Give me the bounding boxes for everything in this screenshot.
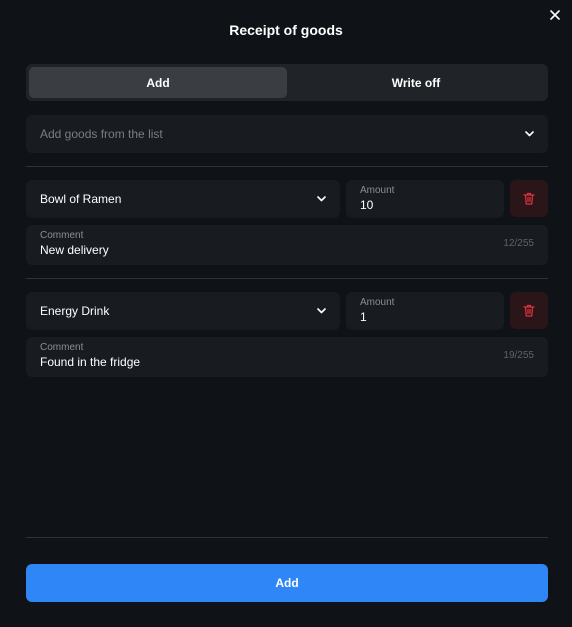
product-select-2[interactable]: Energy Drink [26, 292, 340, 330]
product-select-1[interactable]: Bowl of Ramen [26, 180, 340, 218]
comment-label: Comment [40, 342, 84, 353]
trash-icon [523, 304, 535, 317]
divider [26, 278, 548, 279]
dialog-title: Receipt of goods [229, 22, 343, 38]
tab-write-off[interactable]: Write off [287, 67, 545, 98]
amount-field-2[interactable]: Amount 1 [346, 292, 504, 330]
amount-field-1[interactable]: Amount 10 [346, 180, 504, 218]
amount-label: Amount [360, 297, 395, 308]
add-goods-placeholder: Add goods from the list [40, 127, 163, 141]
close-button[interactable] [547, 7, 563, 23]
add-goods-dropdown[interactable]: Add goods from the list [26, 115, 548, 153]
chevron-down-icon [525, 131, 534, 137]
product-name: Bowl of Ramen [40, 192, 122, 206]
submit-add-button[interactable]: Add [26, 564, 548, 602]
comment-value: Found in the fridge [40, 355, 141, 369]
amount-value: 1 [360, 310, 367, 324]
amount-value: 10 [360, 198, 374, 212]
tab-add[interactable]: Add [29, 67, 287, 98]
product-name: Energy Drink [40, 304, 110, 318]
comment-field-1[interactable]: Comment New delivery 12/255 [26, 225, 548, 265]
mode-tabs: Add Write off [26, 64, 548, 101]
comment-value: New delivery [40, 243, 109, 257]
receipt-of-goods-dialog: Receipt of goods Add Write off Add goods… [0, 0, 572, 627]
close-icon [550, 10, 560, 20]
delete-item-button-2[interactable] [510, 292, 548, 329]
chevron-down-icon [317, 196, 326, 202]
amount-label: Amount [360, 185, 395, 196]
comment-field-2[interactable]: Comment Found in the fridge 19/255 [26, 337, 548, 377]
divider [26, 166, 548, 167]
char-counter: 12/255 [503, 238, 534, 249]
trash-icon [523, 192, 535, 205]
char-counter: 19/255 [503, 350, 534, 361]
footer-divider [26, 537, 548, 538]
delete-item-button-1[interactable] [510, 180, 548, 217]
chevron-down-icon [317, 308, 326, 314]
comment-label: Comment [40, 230, 84, 241]
